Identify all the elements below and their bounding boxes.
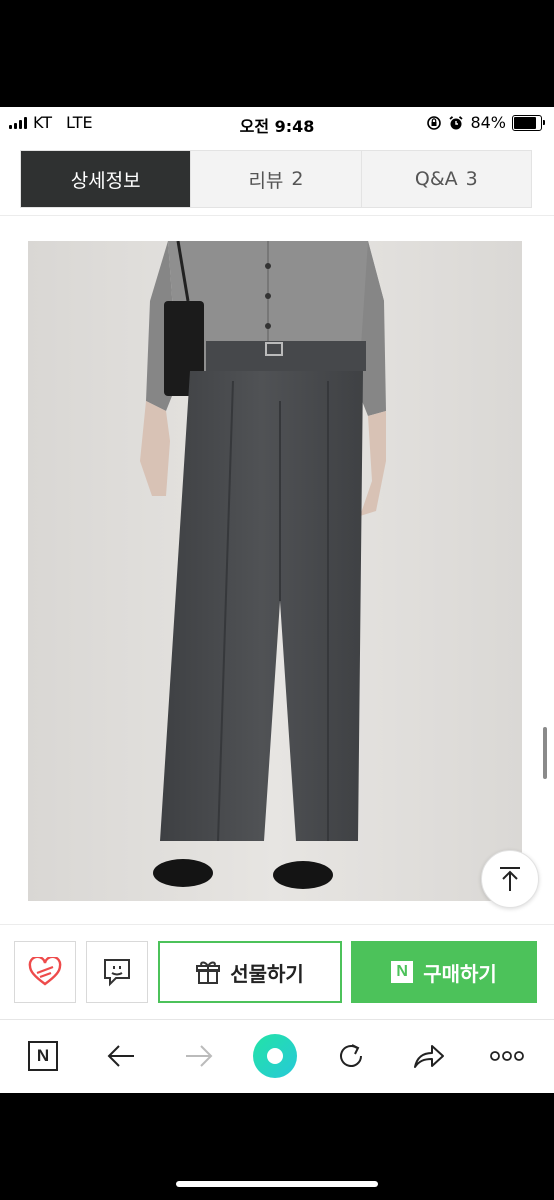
gift-button[interactable]: 선물하기 [158, 941, 342, 1003]
battery-icon [512, 114, 545, 131]
scrollbar[interactable] [543, 727, 547, 779]
scroll-to-top-button[interactable] [481, 850, 539, 908]
like-button[interactable] [14, 941, 76, 1003]
app-screen: KT LTE 오전 9:48 84% 상세정보 리뷰 2 Q&A 3 선물하기 … [0, 107, 554, 1093]
buy-label: 구매하기 [423, 961, 497, 986]
product-tabs: 상세정보 리뷰 2 Q&A 3 [20, 150, 532, 208]
battery-percent: 84% [470, 113, 506, 132]
green-dot-icon [253, 1034, 297, 1078]
tab-label: 리뷰 [248, 169, 284, 192]
tab-count: 3 [465, 168, 478, 190]
gift-icon [196, 961, 221, 984]
back-button[interactable] [98, 1033, 144, 1079]
naver-home-button[interactable]: N [20, 1033, 66, 1079]
refresh-icon [340, 1044, 362, 1067]
naver-n-icon: N [391, 961, 414, 983]
share-button[interactable] [406, 1033, 452, 1079]
heart-icon [28, 957, 62, 986]
refresh-button[interactable] [328, 1033, 374, 1079]
status-bar: KT LTE 오전 9:48 84% [0, 107, 554, 139]
naver-n-icon: N [28, 1041, 58, 1071]
chat-icon [104, 959, 130, 987]
arrow-left-icon [107, 1045, 134, 1067]
more-button[interactable] [484, 1033, 530, 1079]
share-icon [414, 1045, 444, 1068]
home-indicator[interactable] [176, 1181, 378, 1187]
browser-toolbar: N [0, 1019, 554, 1093]
forward-button[interactable] [176, 1033, 222, 1079]
green-dot-button[interactable] [252, 1033, 298, 1079]
tab-label: Q&A [414, 168, 458, 190]
talk-button[interactable] [86, 941, 148, 1003]
buy-button[interactable]: N 구매하기 [351, 941, 537, 1003]
tab-reviews[interactable]: 리뷰 2 [190, 151, 361, 207]
alarm-icon [449, 115, 464, 129]
divider [0, 215, 554, 216]
tab-detail-info[interactable]: 상세정보 [21, 151, 191, 207]
purchase-bar: 선물하기 N 구매하기 [0, 924, 554, 1017]
orientation-lock-icon [427, 115, 442, 130]
tab-label: 상세정보 [70, 169, 141, 192]
more-dots-icon [490, 1051, 524, 1061]
arrow-up-to-line-icon [500, 867, 520, 891]
arrow-right-icon [186, 1045, 213, 1067]
gift-label: 선물하기 [230, 961, 304, 986]
product-image [28, 241, 522, 901]
tab-count: 2 [291, 168, 304, 190]
tab-qna[interactable]: Q&A 3 [360, 151, 531, 207]
